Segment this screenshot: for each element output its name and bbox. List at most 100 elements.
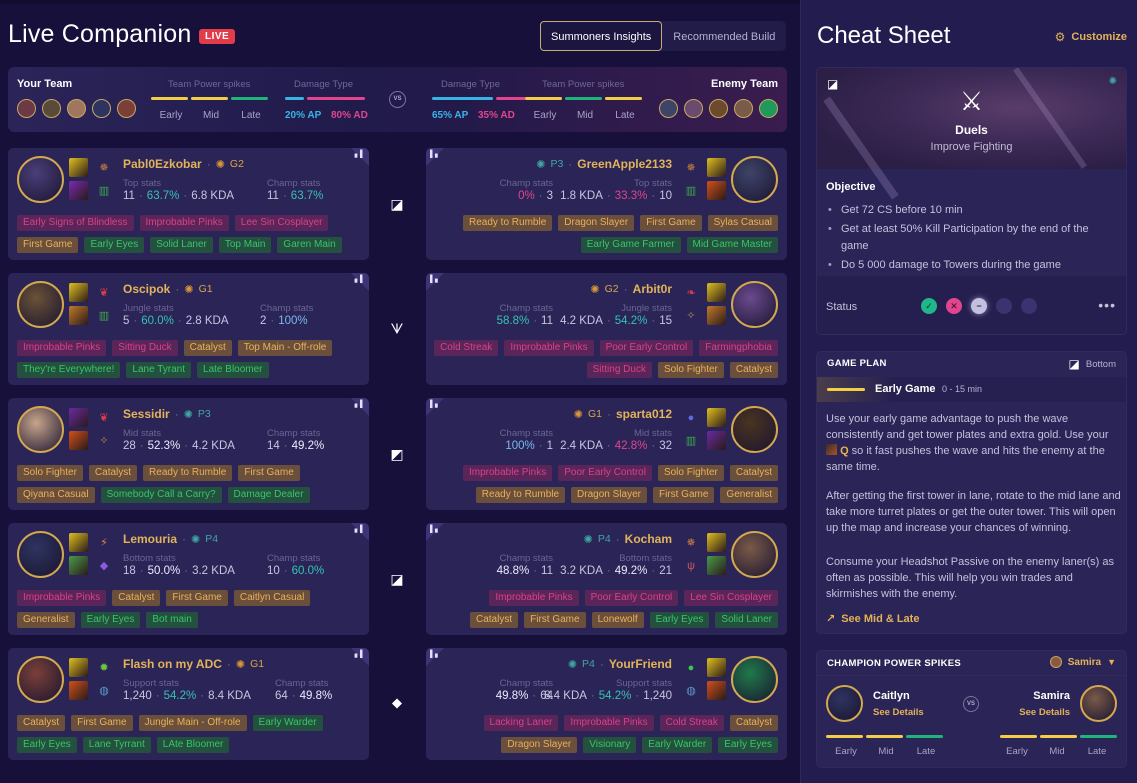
player-tag[interactable]: First Game bbox=[524, 612, 586, 628]
status-fail-button[interactable]: ✕ bbox=[946, 298, 962, 314]
player-tag[interactable]: Catalyst bbox=[729, 465, 778, 481]
player-tag[interactable]: Catalyst bbox=[183, 340, 232, 356]
player-name[interactable]: Pabl0Ezkobar bbox=[123, 157, 202, 171]
player-tag[interactable]: Solo Fighter bbox=[657, 362, 724, 378]
player-name[interactable]: Flash on my ADC bbox=[123, 657, 222, 671]
player-tag[interactable]: Dragon Slayer bbox=[571, 487, 647, 503]
player-tag[interactable]: Early Eyes bbox=[84, 237, 145, 253]
stats-chart-icon[interactable]: ▖▌ bbox=[355, 650, 365, 658]
customize-button[interactable]: ⚙ Customize bbox=[1055, 30, 1127, 44]
player-tag[interactable]: Sitting Duck bbox=[112, 340, 178, 356]
stats-chart-icon[interactable]: ▖▌ bbox=[355, 525, 365, 533]
player-tag[interactable]: Top Main bbox=[218, 237, 272, 253]
player-tag[interactable]: Lacking Laner bbox=[483, 715, 559, 731]
player-name[interactable]: Arbit0r bbox=[633, 282, 672, 296]
player-card[interactable]: ▖▌ ✹ ◍ Flash on my ADC · ✺ G1 Support stats 1,24… bbox=[8, 648, 369, 760]
player-tag[interactable]: Improbable Pinks bbox=[504, 340, 594, 356]
player-tag[interactable]: Qiyana Casual bbox=[17, 487, 95, 503]
player-tag[interactable]: First Game bbox=[640, 215, 702, 231]
player-card[interactable]: ▌▖ ✵ ψ ✺ P4 · Kocham Bottom stats 3.2 KDA · 49.2% ·… bbox=[426, 523, 787, 635]
player-tag[interactable]: Early Warder bbox=[252, 715, 323, 731]
player-tag[interactable]: Somebody Call a Carry? bbox=[100, 487, 222, 503]
player-card[interactable]: ▖▌ ❦ ✧ Sessidir · ✺ P3 Mid stats 28 · 52.3% · 4.2 KD… bbox=[8, 398, 369, 510]
player-tag[interactable]: Early Eyes bbox=[649, 612, 710, 628]
player-tag[interactable]: Catalyst bbox=[729, 362, 778, 378]
player-tag[interactable]: Solo Fighter bbox=[657, 465, 724, 481]
status-empty-button[interactable] bbox=[1021, 298, 1037, 314]
player-tag[interactable]: Generalist bbox=[720, 487, 778, 503]
stats-chart-icon[interactable]: ▖▌ bbox=[355, 400, 365, 408]
player-tag[interactable]: Garen Main bbox=[277, 237, 342, 253]
player-tag[interactable]: First Game bbox=[71, 715, 133, 731]
player-tag[interactable]: Early Game Farmer bbox=[580, 237, 681, 253]
status-neutral-button[interactable]: − bbox=[971, 298, 987, 314]
player-name[interactable]: Lemouria bbox=[123, 532, 177, 546]
player-card[interactable]: ▌▖ ❧ ✧ ✺ G2 · Arbit0r Jungle stats 4.2 KDA · 54.2%… bbox=[426, 273, 787, 385]
player-tag[interactable]: Improbable Pinks bbox=[564, 715, 654, 731]
stats-chart-icon[interactable]: ▌▖ bbox=[430, 525, 440, 533]
player-tag[interactable]: Top Main - Off-role bbox=[237, 340, 333, 356]
player-tag[interactable]: Catalyst bbox=[470, 612, 519, 628]
player-tag[interactable]: Late Bloomer bbox=[197, 362, 269, 378]
player-tag[interactable]: Solo Fighter bbox=[17, 465, 83, 481]
player-tag[interactable]: Early Eyes bbox=[718, 737, 778, 753]
player-tag[interactable]: Lonewolf bbox=[591, 612, 644, 628]
player-tag[interactable]: Damage Dealer bbox=[227, 487, 310, 503]
player-tag[interactable]: Catalyst bbox=[88, 465, 138, 481]
player-tag[interactable]: Jungle Main - Off-role bbox=[138, 715, 247, 731]
player-tag[interactable]: Ready to Rumble bbox=[143, 465, 233, 481]
player-tag[interactable]: Improbable Pinks bbox=[17, 340, 107, 356]
player-name[interactable]: Sessidir bbox=[123, 407, 170, 421]
player-tag[interactable]: Bot main bbox=[146, 612, 198, 628]
player-card[interactable]: ▖▌ ❦ ▥ Oscipok · ✺ G1 Jungle stats 5 · 60.0% · 2.8 K… bbox=[8, 273, 369, 385]
player-tag[interactable]: Poor Early Control bbox=[599, 340, 694, 356]
status-empty-button[interactable] bbox=[996, 298, 1012, 314]
player-tag[interactable]: Lee Sin Cosplayer bbox=[234, 215, 329, 231]
player-tag[interactable]: Poor Early Control bbox=[584, 590, 679, 606]
player-tag[interactable]: Early Eyes bbox=[80, 612, 141, 628]
player-tag[interactable]: First Game bbox=[166, 590, 228, 606]
player-card[interactable]: ▖▌ ⚡ ◆ Lemouria · ✺ P4 Bottom stats 18 · 50.0% · 3.2… bbox=[8, 523, 369, 635]
player-tag[interactable]: Early Warder bbox=[642, 737, 713, 753]
player-tag[interactable]: Ready to Rumble bbox=[475, 487, 566, 503]
player-tag[interactable]: Solid Laner bbox=[715, 612, 778, 628]
player-tag[interactable]: Dragon Slayer bbox=[558, 215, 635, 231]
player-tag[interactable]: Ready to Rumble bbox=[463, 215, 553, 231]
player-tag[interactable]: Lee Sin Cosplayer bbox=[684, 590, 778, 606]
player-tag[interactable]: Poor Early Control bbox=[558, 465, 652, 481]
player-card[interactable]: ▌▖ ● ▥ ✺ G1 · sparta012 Mid stats 2.4 KDA · 42.8% ·… bbox=[426, 398, 787, 510]
stats-chart-icon[interactable]: ▌▖ bbox=[430, 400, 440, 408]
player-tag[interactable]: Sitting Duck bbox=[586, 362, 652, 378]
player-tag[interactable]: First Game bbox=[17, 237, 79, 253]
player-tag[interactable]: Sylas Casual bbox=[707, 215, 778, 231]
player-card[interactable]: ▖▌ ✵ ▥ Pabl0Ezkobar · ✺ G2 Top stats 11 · 63.7% · 6.… bbox=[8, 148, 369, 260]
player-tag[interactable]: Cold Streak bbox=[659, 715, 724, 731]
stats-chart-icon[interactable]: ▌▖ bbox=[430, 650, 440, 658]
player-tag[interactable]: Dragon Slayer bbox=[501, 737, 578, 753]
player-tag[interactable]: Improbable Pinks bbox=[17, 590, 107, 606]
player-tag[interactable]: Catalyst bbox=[729, 715, 778, 731]
left-see-details-link[interactable]: See Details bbox=[873, 707, 924, 718]
player-card[interactable]: ▌▖ ✵ ▥ ✺ P3 · GreenApple2133 Top stats 1.8 KDA · 3… bbox=[426, 148, 787, 260]
player-tag[interactable]: First Game bbox=[652, 487, 715, 503]
player-tag[interactable]: Mid Game Master bbox=[686, 237, 778, 253]
stats-chart-icon[interactable]: ▌▖ bbox=[430, 275, 440, 283]
player-tag[interactable]: First Game bbox=[238, 465, 300, 481]
status-success-button[interactable]: ✓ bbox=[921, 298, 937, 314]
stats-chart-icon[interactable]: ▖▌ bbox=[355, 150, 365, 158]
player-tag[interactable]: Cold Streak bbox=[434, 340, 499, 356]
player-tag[interactable]: Solid Laner bbox=[150, 237, 213, 253]
tab-summoners-insights[interactable]: Summoners Insights bbox=[540, 21, 663, 51]
player-tag[interactable]: Improbable Pinks bbox=[139, 215, 229, 231]
see-mid-late-link[interactable]: ↗ See Mid & Late bbox=[826, 612, 919, 626]
player-tag[interactable]: Caitlyn Casual bbox=[233, 590, 311, 606]
player-tag[interactable]: Catalyst bbox=[112, 590, 161, 606]
player-tag[interactable]: Improbable Pinks bbox=[489, 590, 579, 606]
stats-chart-icon[interactable]: ▌▖ bbox=[430, 150, 440, 158]
player-tag[interactable]: They're Everywhere! bbox=[17, 362, 121, 378]
player-tag[interactable]: Lane Tyrrant bbox=[82, 737, 151, 753]
player-tag[interactable]: Improbable Pinks bbox=[462, 465, 553, 481]
player-tag[interactable]: Lane Tyrant bbox=[126, 362, 192, 378]
player-tag[interactable]: Farmingphobia bbox=[699, 340, 778, 356]
champion-select-dropdown[interactable]: Samira ▼ bbox=[1049, 656, 1116, 668]
